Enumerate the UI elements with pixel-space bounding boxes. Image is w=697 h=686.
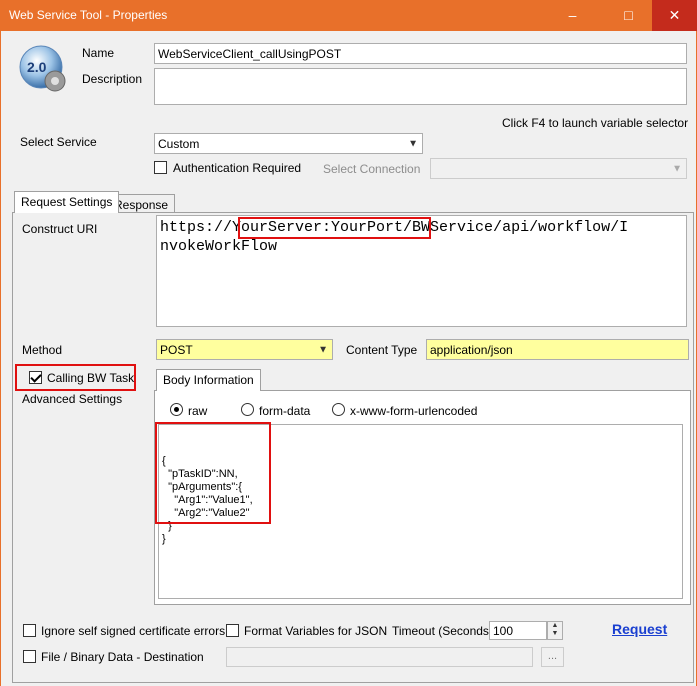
file-destination-field[interactable] — [226, 647, 533, 667]
chevron-down-icon: ▼ — [318, 344, 328, 355]
tab-body-information[interactable]: Body Information — [156, 369, 261, 391]
dialog-body: 2.0 Name WebServiceClient_callUsingPOST … — [0, 31, 697, 686]
select-service-dropdown[interactable]: Custom ▼ — [154, 133, 423, 154]
tab-request-settings[interactable]: Request Settings — [14, 191, 120, 213]
timeout-stepper[interactable]: ▲ ▼ — [547, 621, 563, 640]
app-logo-icon: 2.0 — [17, 43, 69, 95]
content-type-label: Content Type — [346, 343, 418, 357]
spin-up-icon[interactable]: ▲ — [548, 622, 562, 630]
format-variables-label: Format Variables for JSON — [244, 624, 388, 638]
description-label: Description — [82, 72, 143, 86]
method-dropdown[interactable]: POST ▼ — [156, 339, 333, 360]
logo-badge: 2.0 — [27, 59, 47, 75]
format-variables-checkbox[interactable] — [226, 624, 239, 637]
radio-raw[interactable] — [170, 403, 183, 416]
annotation-server-port-box — [238, 217, 431, 239]
ignore-ssl-checkbox[interactable] — [23, 624, 36, 637]
calling-bw-task-checkbox[interactable] — [29, 371, 42, 384]
method-label: Method — [22, 343, 63, 357]
chevron-down-icon: ▼ — [408, 138, 418, 149]
ignore-ssl-label: Ignore self signed certificate errors — [41, 624, 226, 638]
title-bar: Web Service Tool - Properties – □ ✕ — [0, 0, 697, 31]
select-connection-dropdown[interactable]: ▼ — [430, 158, 687, 179]
chevron-down-icon: ▼ — [672, 163, 682, 174]
timeout-label: Timeout (Seconds) — [392, 624, 493, 638]
authentication-required-label: Authentication Required — [173, 161, 302, 175]
select-service-label: Select Service — [20, 135, 97, 149]
uri-prefix: https:// — [160, 219, 233, 236]
name-label: Name — [82, 46, 115, 60]
name-field[interactable]: WebServiceClient_callUsingPOST — [154, 43, 687, 64]
browse-button[interactable]: ... — [541, 647, 564, 667]
file-binary-label: File / Binary Data - Destination — [41, 650, 204, 664]
timeout-field[interactable]: 100 — [489, 621, 547, 640]
content-type-field[interactable]: application/json — [426, 339, 689, 360]
uri-path: /BWService/api/workflow/I — [403, 219, 629, 236]
close-button[interactable]: ✕ — [652, 0, 697, 31]
description-field[interactable] — [154, 68, 687, 105]
radio-x-www-form-urlencoded[interactable] — [332, 403, 345, 416]
radio-form-data-label: form-data — [259, 404, 311, 418]
radio-x-www-form-urlencoded-label: x-www-form-urlencoded — [350, 404, 478, 418]
window-title: Web Service Tool - Properties — [9, 8, 168, 22]
radio-raw-label: raw — [188, 404, 208, 418]
uri-path-continued: nvokeWorkFlow — [160, 238, 278, 255]
select-connection-label: Select Connection — [323, 162, 421, 176]
request-link[interactable]: Request — [612, 621, 667, 637]
select-service-value: Custom — [158, 137, 200, 151]
spin-down-icon[interactable]: ▼ — [548, 630, 562, 638]
calling-bw-task-label: Calling BW Task — [47, 371, 135, 385]
radio-form-data[interactable] — [241, 403, 254, 416]
variable-selector-hint: Click F4 to launch variable selector — [502, 116, 689, 130]
annotation-body-json-box — [155, 422, 271, 524]
method-value: POST — [160, 343, 193, 357]
authentication-required-checkbox[interactable] — [154, 161, 167, 174]
maximize-button[interactable]: □ — [606, 0, 651, 31]
file-binary-checkbox[interactable] — [23, 650, 36, 663]
minimize-button[interactable]: – — [550, 0, 595, 31]
advanced-settings-label: Advanced Settings — [22, 392, 123, 406]
construct-uri-label: Construct URI — [22, 222, 98, 236]
